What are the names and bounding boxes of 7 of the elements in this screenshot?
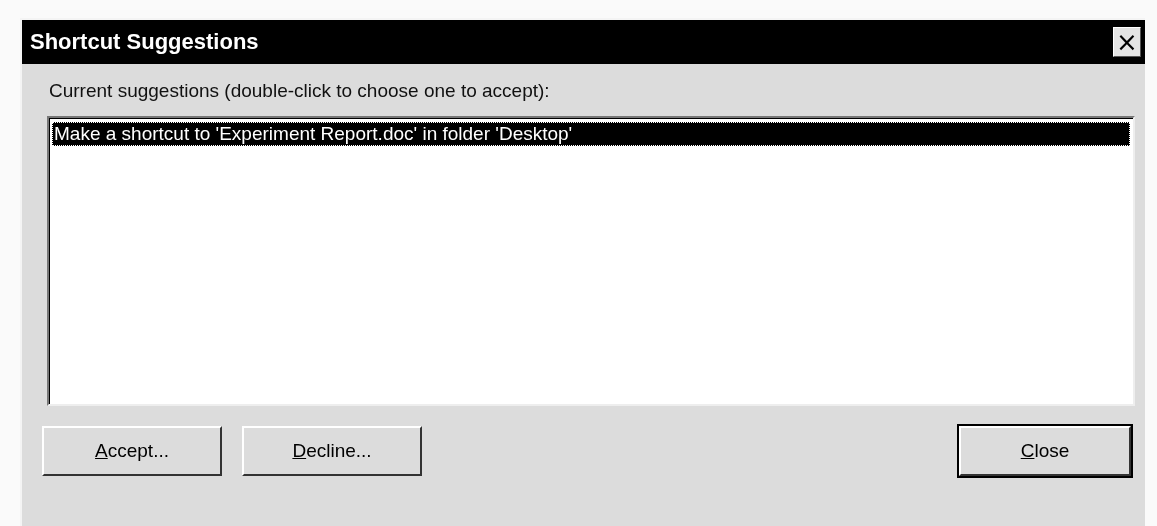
suggestion-item[interactable]: Make a shortcut to 'Experiment Report.doc' in folder 'Desktop' <box>52 122 1130 146</box>
window-title: Shortcut Suggestions <box>30 29 259 55</box>
dialog-button[interactable]: Decline... <box>242 426 422 476</box>
close-button[interactable]: × <box>1113 27 1141 57</box>
dialog-button[interactable]: Close <box>959 426 1131 476</box>
dialog-button[interactable]: Accept... <box>42 426 222 476</box>
list-label: Current suggestions (double-click to choose one to accept): <box>49 80 551 102</box>
